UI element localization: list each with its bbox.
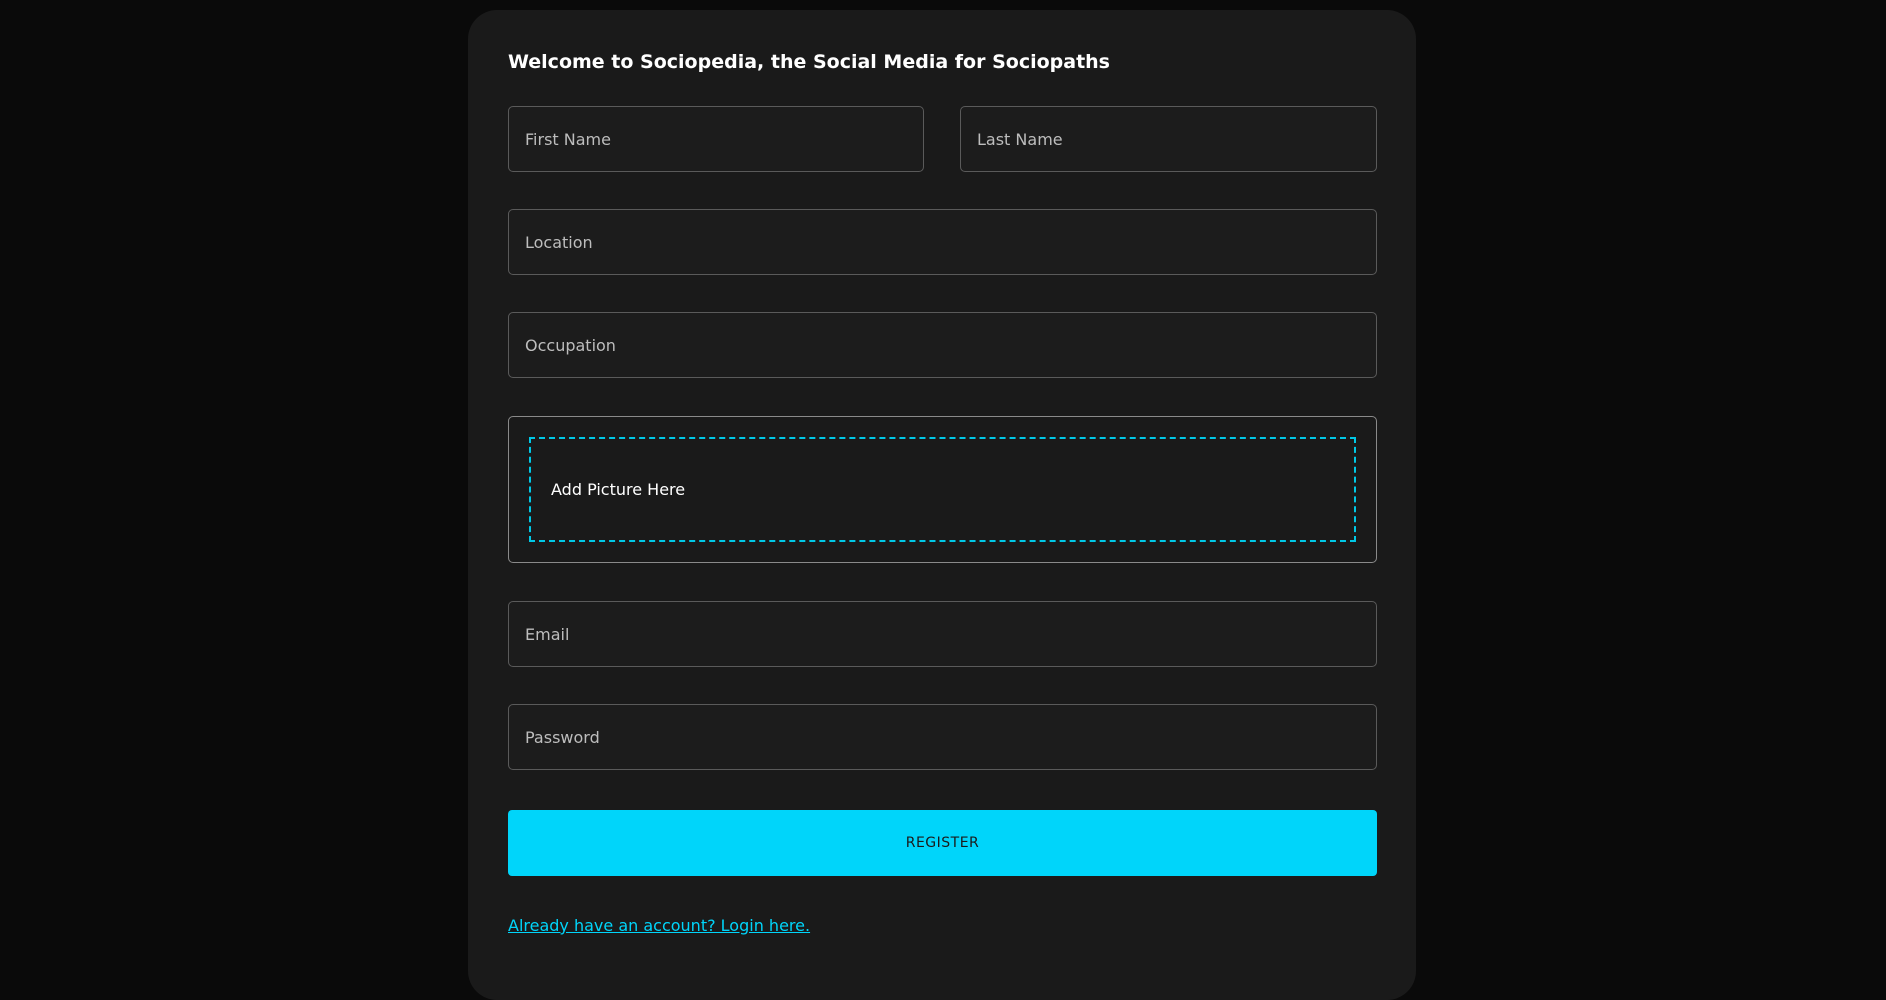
email-input[interactable] bbox=[509, 602, 1376, 666]
picture-dropzone[interactable]: Add Picture Here bbox=[529, 437, 1356, 542]
password-input[interactable] bbox=[509, 705, 1376, 769]
occupation-input[interactable] bbox=[509, 313, 1376, 377]
picture-dropzone-label: Add Picture Here bbox=[551, 480, 686, 499]
login-link[interactable]: Already have an account? Login here. bbox=[508, 916, 810, 935]
register-card: Welcome to Sociopedia, the Social Media … bbox=[468, 10, 1416, 1000]
location-field-wrapper bbox=[508, 209, 1377, 275]
picture-upload-box: Add Picture Here bbox=[508, 416, 1377, 563]
last-name-field-wrapper bbox=[960, 106, 1377, 172]
occupation-field-wrapper bbox=[508, 312, 1377, 378]
register-button[interactable]: REGISTER bbox=[508, 810, 1377, 876]
password-field-wrapper bbox=[508, 704, 1377, 770]
first-name-input[interactable] bbox=[509, 107, 923, 171]
page-title: Welcome to Sociopedia, the Social Media … bbox=[508, 51, 1110, 73]
location-input[interactable] bbox=[509, 210, 1376, 274]
email-field-wrapper bbox=[508, 601, 1377, 667]
first-name-field-wrapper bbox=[508, 106, 924, 172]
last-name-input[interactable] bbox=[961, 107, 1376, 171]
